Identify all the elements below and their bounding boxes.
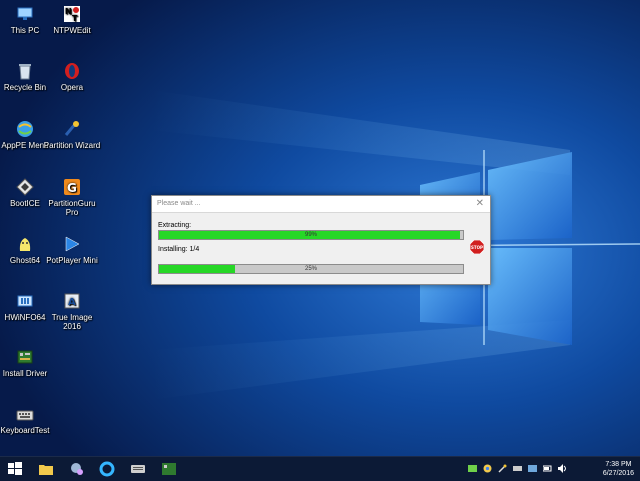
desktop-icon-label: Partition Wizard [43, 141, 101, 150]
clock-time: 7:38 PM [605, 461, 632, 468]
close-button[interactable]: ✕ [476, 198, 484, 209]
progress-dialog: Please wait ... ✕ Extracting: 99% Instal… [151, 195, 491, 285]
desktop-icon-label: This PC [10, 26, 40, 35]
this-pc-icon [17, 7, 33, 20]
file-explorer-icon[interactable] [37, 460, 55, 478]
taskbar-clock[interactable]: 7:38 PM 6/27/2016 [603, 460, 634, 478]
app-icon[interactable] [68, 460, 86, 478]
stop-label: STOP [471, 245, 483, 250]
appe-menu-icon [17, 121, 33, 137]
hwinfo-icon [17, 295, 33, 307]
desktop-icon-label: True Image 2016 [51, 313, 93, 331]
extracting-progress-bar: 99% [158, 230, 464, 240]
desktop-icon-label: PartitionGuru Pro [48, 199, 96, 217]
dialog-title: Please wait ... [157, 200, 201, 207]
stop-button[interactable]: STOP [470, 240, 484, 254]
bootice-icon [16, 178, 34, 196]
desktop-icon-label: Ghost64 [9, 256, 41, 265]
true-image-icon: A [64, 293, 80, 309]
tray-app-icon[interactable] [468, 464, 477, 473]
desktop-icon-keyboard-test[interactable]: KeyboardTest [0, 405, 55, 435]
svg-text:G: G [67, 181, 77, 195]
installing-percent: 25% [304, 266, 317, 272]
svg-text:N: N [65, 7, 72, 16]
partition-wizard-icon [64, 121, 79, 136]
desktop-icon-label: KeyboardTest [0, 426, 50, 435]
start-button[interactable] [6, 460, 24, 478]
desktop-icon-label: Install Driver [2, 369, 48, 378]
dialog-title-bar[interactable]: Please wait ... ✕ [152, 196, 490, 213]
desktop-icon-label: HWiNFO64 [4, 313, 46, 322]
desktop-icon-label: BootICE [10, 199, 40, 208]
tray-info-icon[interactable] [528, 464, 537, 473]
opera-icon [65, 63, 79, 79]
desktop-icon-label: Recycle Bin [3, 83, 47, 92]
extracting-label: Extracting: [158, 222, 192, 229]
installing-progress-bar: 25% [158, 264, 464, 274]
tray-tool-icon[interactable] [498, 464, 507, 473]
install-driver-icon [17, 350, 33, 364]
desktop-icon-ntpwedit[interactable]: NT NTPWEdit [42, 5, 102, 35]
partitionguru-icon: G [64, 179, 80, 195]
taskbar: 7:38 PM 6/27/2016 [0, 456, 640, 481]
recycle-bin-icon [19, 64, 31, 80]
svg-text:T: T [72, 14, 78, 23]
browser-icon[interactable] [98, 460, 116, 478]
desktop-icon-label: Opera [60, 83, 84, 92]
desktop-icon-label: NTPWEdit [53, 26, 91, 35]
install-driver-taskbar-icon[interactable] [160, 460, 178, 478]
desktop-icon-install-driver[interactable]: Install Driver [0, 348, 55, 378]
tray-chrome-icon[interactable] [483, 464, 492, 473]
svg-text:A: A [68, 297, 76, 308]
battery-icon[interactable] [543, 464, 552, 473]
desktop-icon-partition-wizard[interactable]: Partition Wizard [42, 120, 102, 150]
potplayer-icon [65, 236, 80, 252]
tray-keyboard-icon[interactable] [513, 464, 522, 473]
ghost64-icon [19, 238, 31, 251]
keyboard-icon[interactable] [129, 460, 147, 478]
desktop-icon-potplayer[interactable]: PotPlayer Mini [42, 235, 102, 265]
volume-icon[interactable] [558, 464, 567, 473]
desktop-icon-partitionguru[interactable]: G PartitionGuru Pro [42, 178, 102, 217]
extracting-percent: 99% [304, 232, 317, 238]
desktop-icon-label: PotPlayer Mini [46, 256, 98, 265]
clock-date: 6/27/2016 [602, 470, 634, 477]
keyboard-test-icon [16, 410, 34, 421]
ntpwedit-icon: NT [64, 6, 80, 23]
installing-label: Installing: 1/4 [158, 246, 200, 253]
desktop-icon-true-image[interactable]: A True Image 2016 [42, 292, 102, 331]
desktop-icon-opera[interactable]: Opera [42, 62, 102, 92]
